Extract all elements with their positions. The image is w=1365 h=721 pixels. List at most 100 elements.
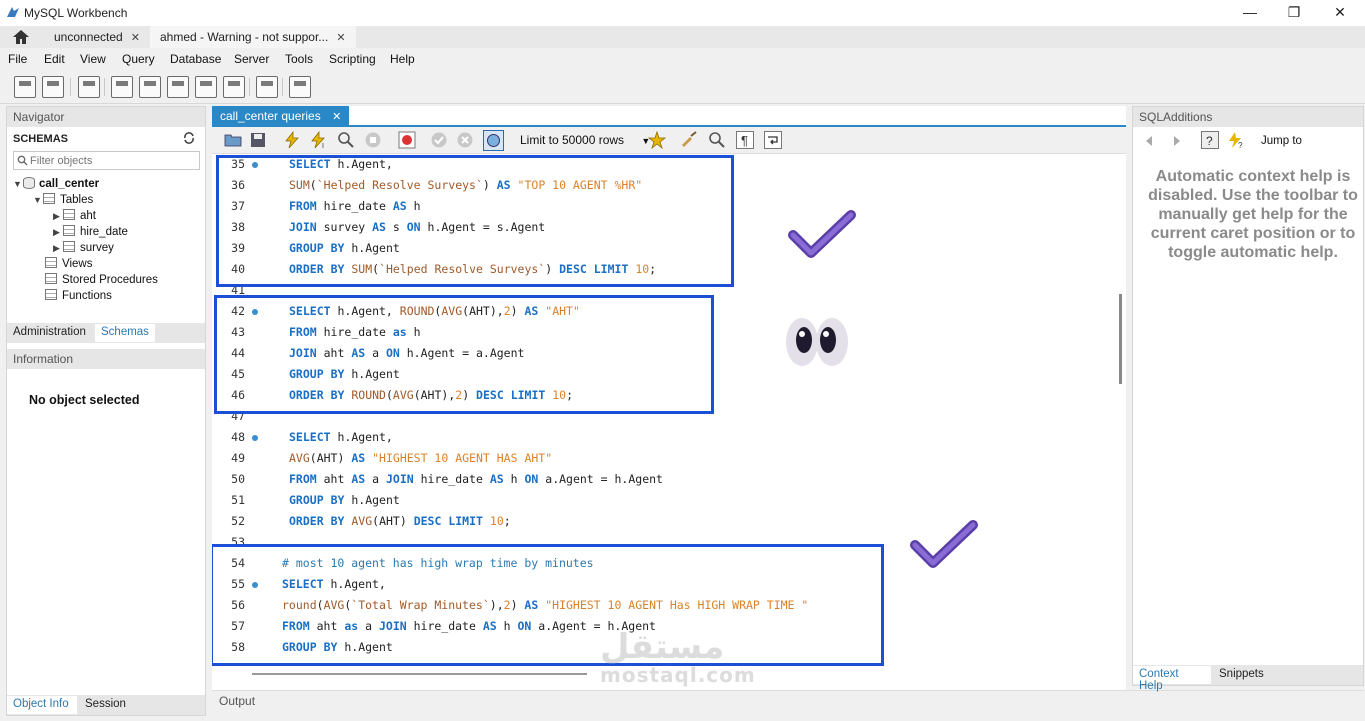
highlight-box-query-2 [214,295,714,414]
maximize-button[interactable]: ❐ [1284,4,1304,22]
rollback-icon[interactable] [456,131,474,149]
output-panel-bar[interactable]: Output [212,690,1364,712]
menu-database[interactable]: Database [170,52,221,66]
create-function-icon[interactable] [223,76,245,98]
open-sql-script-icon[interactable] [42,76,64,98]
tree-label: Views [62,258,93,270]
editor-tab-label: call_center queries [220,109,321,123]
expand-arrow-icon[interactable]: ▼ [33,195,43,205]
invisible-chars-icon[interactable]: ¶ [736,131,754,149]
tab-call-center-queries[interactable]: call_center queries ✕ [212,106,350,125]
find-replace-icon[interactable] [708,131,726,149]
filter-objects-field[interactable] [13,151,200,170]
tree-item-tables[interactable]: ▼ Tables [33,193,93,209]
table-icon [63,241,75,252]
tab-administration[interactable]: Administration [7,324,92,342]
views-folder-icon [45,257,57,268]
close-icon[interactable]: ✕ [332,111,341,123]
close-icon[interactable]: ✕ [336,32,345,44]
tab-session[interactable]: Session [79,696,132,714]
stop-icon[interactable] [364,131,382,149]
tree-item-functions[interactable]: Functions [45,289,112,305]
watermark-arabic: مستقل [600,627,725,667]
close-icon[interactable]: ✕ [131,32,140,44]
auto-help-icon[interactable]: ? [1227,131,1245,149]
limit-rows-select[interactable]: Limit to 50000 rows ▼ [520,131,650,150]
menu-scripting[interactable]: Scripting [329,52,376,66]
tab-unconnected[interactable]: unconnected ✕ [44,26,150,48]
explain-magnifier-icon[interactable] [337,131,355,149]
menu-server[interactable]: Server [234,52,269,66]
execute-lightning-icon[interactable] [284,131,300,149]
back-arrow-icon[interactable] [1143,135,1155,147]
save-icon[interactable] [250,132,266,148]
tab-snippets[interactable]: Snippets [1213,666,1270,684]
create-view-icon[interactable] [167,76,189,98]
schema-call-center[interactable]: ▼ call_center [13,177,99,193]
line-number: 52 [231,514,245,528]
code-line[interactable]: ORDER BY AVG(AHT) DESC LIMIT 10; [289,514,511,528]
menu-edit[interactable]: Edit [44,52,65,66]
jump-to-select[interactable]: Jump to [1261,135,1302,147]
beautify-broom-icon[interactable] [680,131,698,149]
limit-rows-value: Limit to 50000 rows [520,133,625,147]
menu-tools[interactable]: Tools [285,52,313,66]
open-folder-icon[interactable] [224,132,242,148]
toggle-error-icon[interactable] [398,131,416,149]
code-line[interactable]: FROM aht AS a JOIN hire_date AS h ON a.A… [289,472,663,486]
tab-object-info[interactable]: Object Info [7,696,77,714]
search-table-data-icon[interactable] [256,76,278,98]
commit-icon[interactable] [430,131,448,149]
home-icon[interactable] [12,29,30,45]
vertical-scrollbar[interactable] [1116,154,1126,666]
tab-context-help[interactable]: Context Help [1133,666,1211,692]
tab-schemas[interactable]: Schemas [95,324,155,342]
table-icon [63,209,75,220]
create-schema-icon[interactable] [111,76,133,98]
menu-file[interactable]: File [8,52,27,66]
scrollbar-thumb[interactable] [252,673,587,675]
tab-ahmed[interactable]: ahmed - Warning - not suppor... ✕ [150,26,356,48]
tree-item-table-survey[interactable]: ▶ survey [53,241,114,257]
expand-arrow-icon[interactable]: ▼ [13,179,23,189]
new-sql-tab-icon[interactable] [14,76,36,98]
sql-code-editor[interactable]: 35 SELECT h.Agent, 36 SUM(`Helped Resolve S… [212,154,1112,666]
tree-label: hire_date [80,226,128,238]
create-table-icon[interactable] [139,76,161,98]
line-number: 50 [231,472,245,486]
execute-statement-icon[interactable]: I [310,131,328,149]
functions-folder-icon [45,289,57,300]
reconnect-icon[interactable] [289,76,311,98]
menu-view[interactable]: View [80,52,106,66]
tree-item-table-hire-date[interactable]: ▶ hire_date [53,225,128,241]
line-number: 48 [231,430,245,444]
expand-arrow-icon[interactable]: ▶ [53,243,63,254]
code-line[interactable]: SELECT h.Agent, [289,430,393,444]
schemas-label: SCHEMAS [13,133,69,145]
autocommit-toggle-icon[interactable] [483,130,504,151]
scrollbar-thumb[interactable] [1119,294,1122,384]
filter-objects-input[interactable] [30,152,190,169]
search-icon [17,155,28,166]
code-line[interactable]: GROUP BY h.Agent [289,493,400,507]
code-line[interactable]: AVG(AHT) AS "HIGHEST 10 AGENT HAS AHT" [289,451,552,465]
tree-item-stored-procedures[interactable]: Stored Procedures [45,273,158,289]
refresh-icon[interactable] [183,132,195,144]
menu-bar: File Edit View Query Database Server Too… [0,48,1365,70]
menu-help[interactable]: Help [390,52,415,66]
minimize-button[interactable]: — [1240,4,1260,22]
create-procedure-icon[interactable] [195,76,217,98]
sql-additions-panel: SQLAdditions ? ? Jump to Automatic conte… [1132,106,1364,692]
word-wrap-icon[interactable] [764,131,782,149]
expand-arrow-icon[interactable]: ▶ [53,227,63,238]
menu-query[interactable]: Query [122,52,155,66]
tree-item-table-aht[interactable]: ▶ aht [53,209,96,225]
inspector-icon[interactable] [78,76,100,98]
add-snippet-star-icon[interactable] [648,131,666,149]
tree-item-views[interactable]: Views [45,257,92,273]
close-window-button[interactable]: ✕ [1330,4,1350,22]
manual-help-icon[interactable]: ? [1201,131,1219,149]
forward-arrow-icon[interactable] [1171,135,1183,147]
tab-label: unconnected [54,30,123,44]
expand-arrow-icon[interactable]: ▶ [53,211,63,222]
